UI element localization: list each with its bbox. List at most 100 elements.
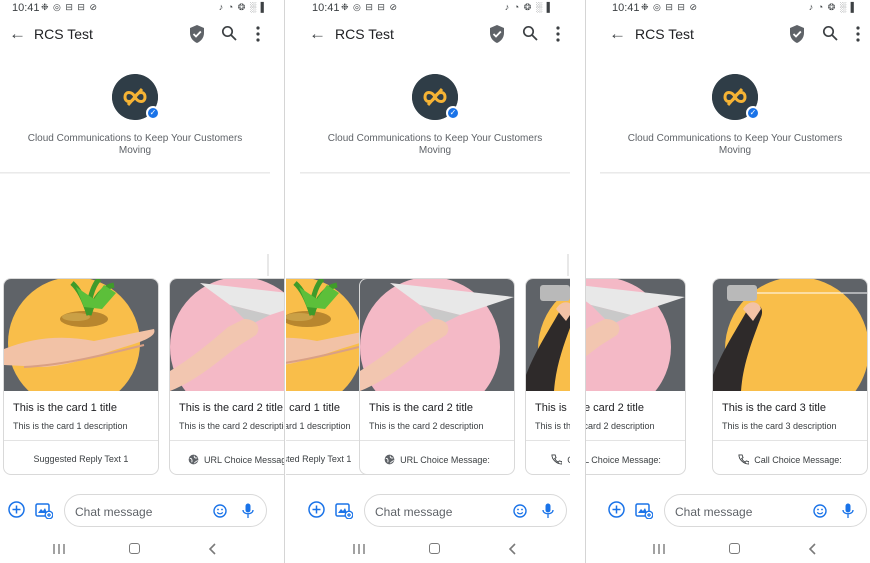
status-bar: 10:41 ❉ ◎ ⊟ ⊟ ⊘ ♪ ◔ ❂ ░ ▌ bbox=[586, 0, 870, 17]
header-divider bbox=[300, 172, 570, 174]
home-icon[interactable] bbox=[429, 543, 440, 554]
header-divider bbox=[600, 172, 870, 174]
verified-badge-icon: ✓ bbox=[446, 106, 460, 120]
call-choice-button[interactable]: Call Choice Message: bbox=[526, 454, 570, 465]
app-bar: ← RCS Test bbox=[286, 18, 570, 52]
rich-card-2[interactable]: This is the card 2 title This is the car… bbox=[169, 278, 284, 475]
app-bar: ← RCS Test bbox=[586, 18, 870, 52]
chat-message-input[interactable]: Chat message bbox=[64, 494, 267, 527]
screen-panel-1: 10:41 ❉ ◎ ⊟ ⊟ ⊘ ♪ ◔ ❂ ░ ▌ ← RCS Test ✓ C… bbox=[0, 0, 284, 563]
call-choice-button[interactable]: Call Choice Message: bbox=[713, 454, 867, 465]
mic-icon[interactable] bbox=[542, 503, 554, 519]
gallery-icon[interactable] bbox=[635, 501, 653, 519]
conversation-title: RCS Test bbox=[335, 26, 394, 42]
home-icon[interactable] bbox=[729, 543, 740, 554]
brand-tagline: Cloud Communications to Keep Your Custom… bbox=[327, 133, 543, 156]
url-choice-button[interactable]: URL Choice Message: bbox=[188, 454, 284, 465]
action-label: Call Choice Message: bbox=[754, 455, 842, 465]
notification-icons: ❉ ◎ ⊟ ⊟ ⊘ bbox=[41, 2, 99, 12]
recents-icon[interactable] bbox=[653, 544, 665, 554]
app-bar: ← RCS Test bbox=[0, 18, 284, 52]
card-description: This is the card 3 description bbox=[722, 421, 837, 431]
verified-shield-icon[interactable] bbox=[789, 25, 805, 43]
card-title: This is the card 1 title bbox=[13, 402, 117, 414]
screen-panel-2: 10:41 ❉ ◎ ⊟ ⊟ ⊘ ♪ ◔ ❂ ░ ▌ ← RCS Test ✓ C… bbox=[286, 0, 570, 563]
card-image-paper-plane bbox=[170, 279, 284, 391]
search-icon[interactable] bbox=[522, 25, 538, 41]
brand-tagline: Cloud Communications to Keep Your Custom… bbox=[627, 133, 843, 156]
more-vert-icon[interactable] bbox=[853, 25, 863, 43]
card-description: This is the card 2 description bbox=[586, 421, 655, 431]
card-image-tin-can-phone bbox=[526, 279, 570, 391]
card-divider bbox=[170, 440, 284, 441]
card-divider bbox=[360, 440, 514, 441]
rich-card-2[interactable]: This is the card 2 title This is the car… bbox=[359, 278, 515, 475]
header-divider bbox=[0, 172, 270, 174]
home-icon[interactable] bbox=[129, 543, 140, 554]
chat-message-placeholder: Chat message bbox=[675, 505, 753, 519]
scroll-indicator bbox=[267, 254, 269, 276]
rich-card-3[interactable]: This is the card 3 title This is the car… bbox=[712, 278, 868, 475]
gallery-icon[interactable] bbox=[335, 501, 353, 519]
verified-badge-icon: ✓ bbox=[146, 106, 160, 120]
more-vert-icon[interactable] bbox=[553, 25, 563, 43]
chat-message-input[interactable]: Chat message bbox=[364, 494, 567, 527]
notification-icons: ❉ ◎ ⊟ ⊟ ⊘ bbox=[641, 2, 699, 12]
composer-bar: Chat message bbox=[0, 492, 284, 528]
back-arrow-icon[interactable]: ← bbox=[9, 24, 26, 44]
gallery-icon[interactable] bbox=[35, 501, 53, 519]
recents-icon[interactable] bbox=[353, 544, 365, 554]
nav-back-icon[interactable] bbox=[207, 543, 217, 555]
mic-icon[interactable] bbox=[842, 503, 854, 519]
add-attachment-icon[interactable] bbox=[308, 501, 325, 518]
emoji-icon[interactable] bbox=[513, 504, 527, 518]
url-choice-button[interactable]: URL Choice Message: bbox=[586, 454, 685, 465]
card-title: This is the card 2 title bbox=[369, 402, 473, 414]
back-arrow-icon[interactable]: ← bbox=[309, 24, 326, 44]
status-time: 10:41 bbox=[12, 2, 40, 14]
search-icon[interactable] bbox=[221, 25, 237, 41]
verified-badge-icon: ✓ bbox=[746, 106, 760, 120]
card-description: This is the card 1 description bbox=[13, 421, 128, 431]
card-description: This is the card 2 description bbox=[369, 421, 484, 431]
system-icons: ♪ ◔ ❂ ░ ▌ bbox=[504, 2, 554, 12]
card-image-coins bbox=[4, 279, 158, 391]
search-icon[interactable] bbox=[822, 25, 838, 41]
add-attachment-icon[interactable] bbox=[608, 501, 625, 518]
recents-icon[interactable] bbox=[53, 544, 65, 554]
emoji-icon[interactable] bbox=[213, 504, 227, 518]
system-icons: ♪ ◔ ❂ ░ ▌ bbox=[808, 2, 858, 12]
rich-card-3[interactable]: This is the card 3 title This is the car… bbox=[525, 278, 570, 475]
emoji-icon[interactable] bbox=[813, 504, 827, 518]
system-nav-bar bbox=[0, 540, 284, 560]
globe-icon bbox=[188, 454, 199, 465]
mic-icon[interactable] bbox=[242, 503, 254, 519]
back-arrow-icon[interactable]: ← bbox=[609, 24, 626, 44]
chat-message-input[interactable]: Chat message bbox=[664, 494, 867, 527]
verified-shield-icon[interactable] bbox=[189, 25, 205, 43]
card-divider bbox=[713, 440, 867, 441]
composer-bar: Chat message bbox=[586, 492, 870, 528]
action-label: URL Choice Message: bbox=[586, 455, 661, 465]
conversation-title: RCS Test bbox=[34, 26, 93, 42]
phone-icon bbox=[551, 454, 563, 465]
card-divider bbox=[526, 440, 570, 441]
card-description: This is the card 3 description bbox=[535, 421, 570, 431]
nav-back-icon[interactable] bbox=[507, 543, 517, 555]
card-image-tin-can-phone bbox=[713, 279, 867, 391]
status-bar: 10:41 ❉ ◎ ⊟ ⊟ ⊘ ♪ ◔ ❂ ░ ▌ bbox=[286, 0, 570, 17]
card-title: This is the card 2 title bbox=[586, 402, 644, 414]
globe-icon bbox=[384, 454, 395, 465]
rich-card-1[interactable]: This is the card 1 title This is the car… bbox=[3, 278, 159, 475]
action-label: URL Choice Message: bbox=[400, 455, 490, 465]
suggested-reply-button[interactable]: Suggested Reply Text 1 bbox=[4, 454, 158, 464]
chat-message-placeholder: Chat message bbox=[375, 505, 453, 519]
add-attachment-icon[interactable] bbox=[8, 501, 25, 518]
more-vert-icon[interactable] bbox=[253, 25, 263, 43]
rich-card-2[interactable]: This is the card 2 title This is the car… bbox=[586, 278, 686, 475]
nav-back-icon[interactable] bbox=[807, 543, 817, 555]
verified-shield-icon[interactable] bbox=[489, 25, 505, 43]
card-title: This is the card 1 title bbox=[286, 402, 340, 414]
card-title: This is the card 2 title bbox=[179, 402, 283, 414]
url-choice-button[interactable]: URL Choice Message: bbox=[360, 454, 514, 465]
